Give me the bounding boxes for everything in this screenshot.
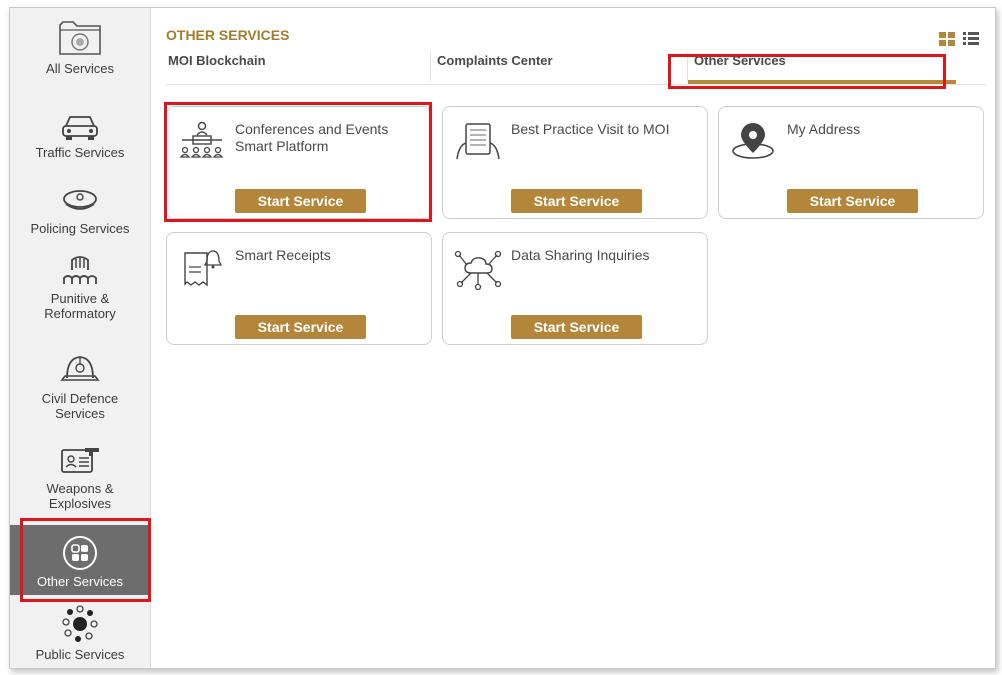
- start-service-button[interactable]: Start Service: [235, 189, 366, 213]
- conference-icon: [179, 121, 224, 158]
- sidebar-item-other-services[interactable]: Other Services: [10, 525, 150, 595]
- start-service-button[interactable]: Start Service: [787, 189, 918, 213]
- sidebar-item-traffic-services[interactable]: Traffic Services: [10, 112, 150, 172]
- start-service-button[interactable]: Start Service: [235, 315, 366, 339]
- card-title: Conferences and Events Smart Platform: [235, 121, 389, 154]
- active-tab-indicator: [688, 80, 956, 84]
- prison-icon: [63, 256, 97, 284]
- card-title: Data Sharing Inquiries: [511, 247, 650, 263]
- sidebar-item-label-line2: Services: [55, 406, 105, 421]
- view-toggle: [939, 32, 979, 46]
- service-card-data-sharing[interactable]: Data Sharing Inquiries Start Service: [442, 232, 708, 345]
- grid-apps-icon: [63, 536, 97, 570]
- document-hands-icon: [456, 123, 500, 160]
- grid-view-icon[interactable]: [939, 32, 955, 46]
- card-title: My Address: [787, 121, 861, 137]
- car-icon: [62, 116, 98, 140]
- sidebar-item-all-services[interactable]: All Services: [10, 18, 150, 96]
- license-card-icon: [61, 448, 99, 473]
- sidebar-item-label: Civil Defence: [41, 391, 119, 406]
- sidebar-item-label: Public Services: [35, 647, 125, 662]
- sidebar-item-policing-services[interactable]: Policing Services: [10, 186, 150, 244]
- page-title: OTHER SERVICES: [166, 27, 290, 43]
- tab-label: MOI Blockchain: [168, 53, 266, 68]
- sidebar-item-weapons-explosives[interactable]: Weapons & Explosives: [10, 444, 150, 524]
- police-cap-icon: [63, 190, 97, 210]
- app-window: All Services Traffic Services Policing S…: [9, 7, 996, 669]
- card-title: Smart Receipts: [235, 247, 331, 263]
- location-pin-icon: [732, 123, 774, 159]
- sidebar-item-label: All Services: [46, 61, 114, 76]
- sidebar: All Services Traffic Services Policing S…: [10, 8, 151, 668]
- sidebar-item-label: Weapons &: [46, 481, 114, 496]
- network-dots-icon: [62, 605, 98, 642]
- list-view-icon[interactable]: [963, 32, 979, 46]
- service-card-best-practice[interactable]: Best Practice Visit to MOI Start Service: [442, 106, 708, 219]
- sidebar-item-label: Punitive &: [50, 291, 110, 306]
- service-card-my-address[interactable]: My Address Start Service: [718, 106, 984, 219]
- folder-emblem-icon: [59, 21, 101, 55]
- sidebar-item-label: Traffic Services: [35, 145, 125, 160]
- service-card-smart-receipts[interactable]: Smart Receipts Start Service: [166, 232, 432, 345]
- sidebar-item-public-services[interactable]: Public Services: [10, 604, 150, 668]
- sidebar-item-label-line2: Explosives: [48, 496, 112, 511]
- firefighter-helmet-icon: [60, 356, 100, 381]
- sidebar-item-label: Policing Services: [30, 221, 130, 236]
- sidebar-item-label-line2: Reformatory: [44, 306, 116, 321]
- tab-moi-blockchain[interactable]: MOI Blockchain: [166, 52, 423, 82]
- cloud-network-icon: [454, 250, 502, 291]
- start-service-button[interactable]: Start Service: [511, 315, 642, 339]
- tab-label: Complaints Center: [437, 53, 553, 68]
- receipt-icon: [184, 250, 223, 287]
- tab-label: Other Services: [694, 53, 786, 68]
- start-service-button[interactable]: Start Service: [511, 189, 642, 213]
- sidebar-item-label: Other Services: [37, 574, 123, 589]
- service-card-conferences[interactable]: Conferences and Events Smart Platform St…: [166, 106, 432, 219]
- sidebar-item-punitive-reformatory[interactable]: Punitive & Reformatory: [10, 254, 150, 334]
- sidebar-item-civil-defence[interactable]: Civil Defence Services: [10, 352, 150, 432]
- main-content: OTHER SERVICES MOI Blockchain Complaints…: [151, 8, 995, 668]
- tab-bar: MOI Blockchain Complaints Center Other S…: [166, 52, 986, 85]
- card-title: Best Practice Visit to MOI: [511, 121, 670, 137]
- tab-complaints-center[interactable]: Complaints Center: [430, 52, 677, 82]
- tab-other-services[interactable]: Other Services: [687, 52, 956, 84]
